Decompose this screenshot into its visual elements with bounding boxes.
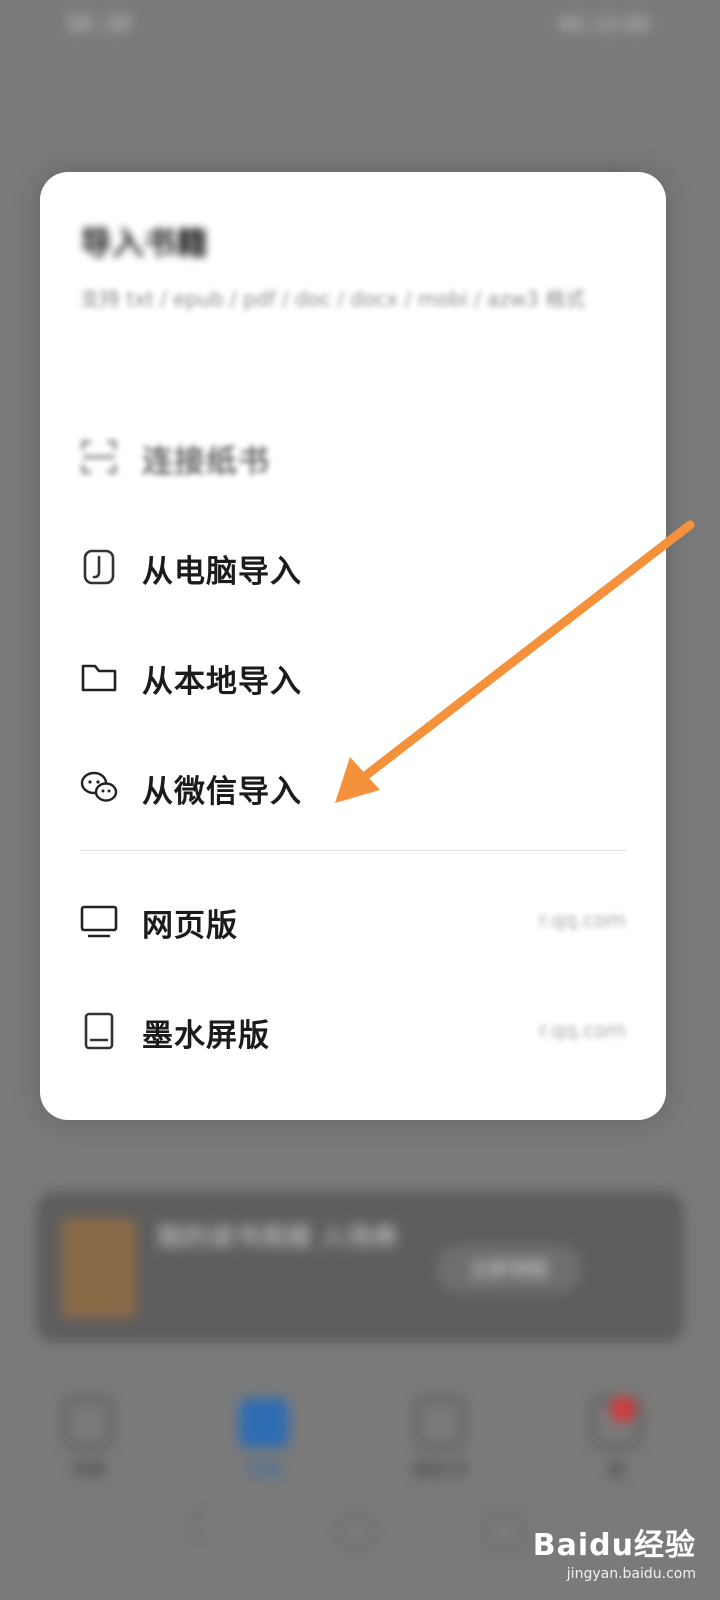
menu-item-label: 网页版 <box>142 908 238 944</box>
bg-header: ⌕ 搜索 + <box>0 80 720 208</box>
watermark-url: jingyan.baidu.com <box>566 1566 696 1582</box>
tab-me[interactable]: 我 <box>556 1392 676 1482</box>
promo-title: 我的读书周报 入场券 <box>156 1223 399 1253</box>
tab-bookshelf[interactable]: 书架 <box>28 1392 148 1482</box>
import-dialog: 导入书籍 支持 txt / epub / pdf / doc / docx / … <box>40 172 666 1120</box>
menu-item-url: r.qq.com <box>538 1018 626 1042</box>
tablet-icon <box>84 1012 114 1050</box>
bookstore-icon <box>239 1398 289 1448</box>
folder-icon <box>81 664 117 692</box>
tab-bookstore[interactable]: 书城 <box>204 1392 324 1482</box>
baidu-logo: Baidu经验 <box>532 1528 696 1563</box>
menu-item-label: 从微信导入 <box>142 774 302 810</box>
tab-mybooks[interactable]: 我的书 <box>380 1392 500 1482</box>
menu-item-web-version[interactable]: 网页版 r.qq.com <box>80 886 626 956</box>
status-bar: 10:10 4G 12:00 <box>0 0 720 52</box>
menu-item-connect-paper-book[interactable]: 连接纸书 <box>80 422 626 492</box>
status-time: 10:10 <box>64 12 131 37</box>
home-nav-icon[interactable] <box>336 1512 376 1552</box>
dialog-description: 支持 txt / epub / pdf / doc / docx / mobi … <box>80 287 586 311</box>
divider <box>80 850 626 851</box>
tab-bar: 书架 书城 我的书 我 <box>0 1392 720 1492</box>
menu-item-url: r.qq.com <box>538 908 626 932</box>
menu-item-import-from-local[interactable]: 从本地导入 <box>80 642 626 712</box>
menu-item-import-from-computer[interactable]: 从电脑导入 <box>80 532 626 602</box>
mybooks-icon <box>415 1398 465 1448</box>
back-nav-icon[interactable] <box>184 1506 223 1545</box>
menu-item-import-from-wechat[interactable]: 从微信导入 <box>80 752 626 822</box>
baidu-watermark: Baidu经验 jingyan.baidu.com <box>533 1520 696 1582</box>
menu-item-label: 连接纸书 <box>142 444 270 480</box>
clip-icon <box>83 549 115 585</box>
recents-nav-icon[interactable] <box>484 1512 524 1552</box>
bookshelf-icon <box>63 1398 113 1448</box>
notification-badge <box>610 1396 636 1422</box>
monitor-icon <box>80 905 118 938</box>
menu-item-label: 从本地导入 <box>142 664 302 700</box>
dialog-title: 导入书籍 <box>80 224 209 262</box>
promo-button[interactable]: 立即领取 <box>436 1244 582 1294</box>
promo-card[interactable]: 我的读书周报 入场券 立即领取 <box>36 1192 684 1342</box>
book-cover <box>62 1218 136 1318</box>
status-indicators: 4G 12:00 <box>557 12 650 36</box>
scan-icon <box>81 440 117 474</box>
wechat-icon <box>80 771 118 802</box>
menu-item-eink-version[interactable]: 墨水屏版 r.qq.com <box>80 996 626 1066</box>
menu-item-label: 从电脑导入 <box>142 554 302 590</box>
menu-item-label: 墨水屏版 <box>142 1018 270 1054</box>
